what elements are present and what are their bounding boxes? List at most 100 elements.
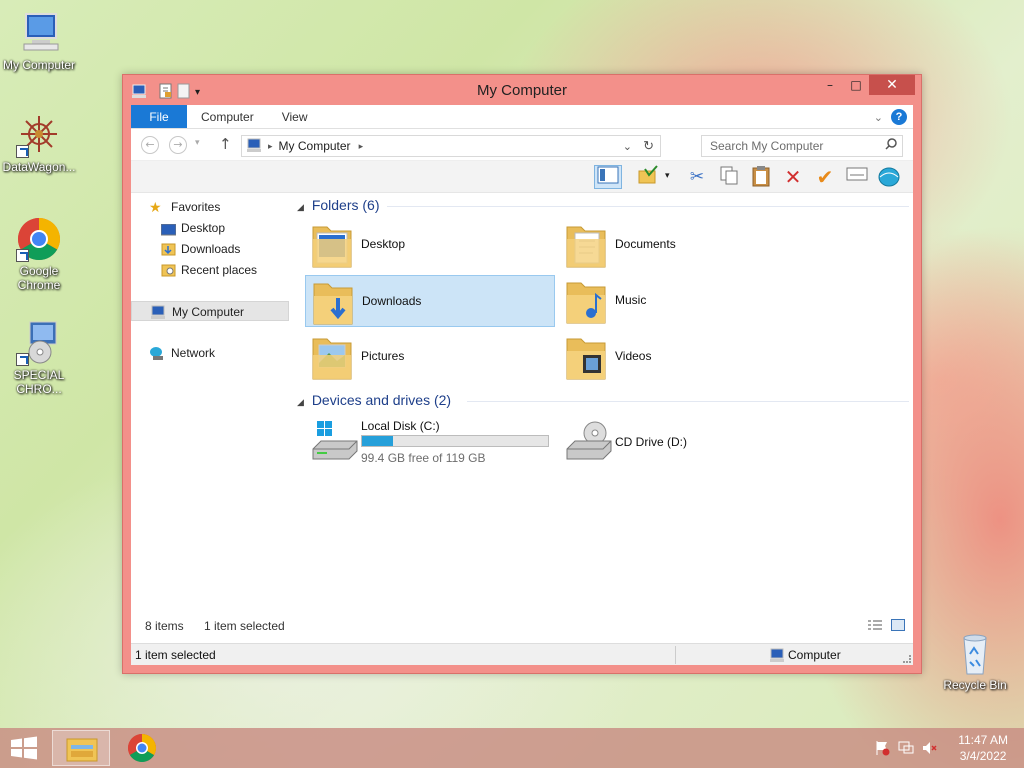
recycle-bin-icon (952, 630, 998, 676)
taskbar-chrome[interactable] (126, 732, 158, 767)
copy-icon (720, 166, 738, 185)
refresh-icon[interactable]: ↻ (643, 138, 654, 154)
tab-computer[interactable]: Computer (187, 105, 268, 128)
desktop-icon-special-chrome[interactable]: SPECIAL CHRO... (0, 320, 78, 396)
drive-local-disk-c[interactable]: Local Disk (C:) 99.4 GB free of 119 GB (305, 417, 555, 465)
tab-file[interactable]: File (131, 105, 187, 128)
expand-ribbon-icon[interactable]: ⌄ (874, 111, 883, 124)
desktop-icon-recycle-bin[interactable]: Recycle Bin (936, 630, 1014, 692)
folder-downloads[interactable]: Downloads (305, 275, 555, 327)
status-divider (675, 646, 676, 664)
preview-pane-button[interactable] (594, 165, 622, 189)
folder-options-button[interactable] (634, 165, 662, 189)
folder-desktop[interactable]: Desktop (305, 219, 555, 271)
address-dropdown-icon[interactable]: ⌄ (623, 140, 632, 153)
new-item-button[interactable] (843, 165, 871, 189)
group-folders-header[interactable]: ◢ Folders (6) (297, 197, 909, 213)
help-icon[interactable]: ? (891, 109, 907, 125)
address-bar-row: ← → ▾ ↑ ▸ My Computer ▸ ⌄ ↻ Search My Co… (131, 129, 913, 161)
desktop-icon-label-line2: CHRO... (16, 382, 62, 396)
minimize-button[interactable]: – (817, 75, 843, 95)
action-center-flag-icon[interactable] (874, 740, 890, 759)
folder-music[interactable]: Music (559, 275, 809, 327)
breadcrumb-arrow-icon[interactable]: ▸ (359, 141, 364, 152)
desktop-icon-my-computer[interactable]: My Computer (0, 10, 78, 72)
group-divider (387, 206, 909, 207)
network-status-icon[interactable] (898, 740, 914, 759)
nav-network[interactable]: Network (131, 343, 289, 363)
title-bar[interactable]: ▾ My Computer – □ ✕ (123, 75, 921, 105)
up-arrow-icon[interactable]: ↑ (219, 135, 232, 153)
nav-my-computer[interactable]: My Computer (131, 301, 289, 321)
copy-button[interactable] (715, 165, 743, 189)
back-button[interactable]: ← (141, 136, 159, 154)
installer-icon (16, 320, 62, 366)
folder-pictures[interactable]: Pictures (305, 331, 555, 383)
folder-videos[interactable]: Videos (559, 331, 809, 383)
network-icon (149, 346, 165, 366)
delete-button[interactable]: ✕ (779, 165, 807, 189)
item-count: 8 items (145, 619, 184, 633)
folder-documents[interactable]: Documents (559, 219, 809, 271)
status-computer-icon (769, 648, 785, 665)
maximize-button[interactable]: □ (843, 75, 869, 95)
shell-button[interactable] (875, 165, 903, 189)
content-pane: ◢ Folders (6) Desktop Documents Download… (297, 195, 913, 635)
breadcrumb-separator-icon[interactable]: ▸ (268, 141, 273, 152)
chrome-icon (128, 734, 156, 762)
forward-button[interactable]: → (169, 136, 187, 154)
preview-pane-icon (597, 166, 619, 184)
large-icons-view-icon[interactable] (891, 619, 905, 634)
clock[interactable]: 11:47 AM 3/4/2022 (958, 732, 1008, 764)
my-computer-nav-icon (150, 305, 166, 325)
breadcrumb-my-computer[interactable]: My Computer (279, 139, 351, 153)
explorer-window: ▾ My Computer – □ ✕ File Computer View ⌄… (122, 74, 922, 674)
paste-button[interactable] (747, 165, 775, 189)
new-item-icon (846, 167, 868, 181)
volume-muted-icon[interactable] (922, 740, 938, 759)
folder-label: Documents (615, 237, 676, 251)
cd-drive-icon (566, 421, 612, 460)
taskbar-file-explorer[interactable] (52, 730, 110, 766)
start-button[interactable] (10, 736, 38, 763)
computer-icon (16, 10, 62, 56)
selection-count: 1 item selected (204, 619, 285, 633)
tab-view[interactable]: View (268, 105, 322, 128)
address-computer-icon (246, 138, 262, 155)
desktop-icon-google-chrome[interactable]: Google Chrome (0, 216, 78, 292)
recent-locations-icon[interactable]: ▾ (195, 138, 200, 148)
resize-grip-icon[interactable] (903, 655, 911, 663)
details-view-icon[interactable] (867, 619, 883, 634)
clipboard-icon (752, 166, 770, 187)
videos-folder-icon (566, 338, 606, 380)
nav-favorites[interactable]: ★ Favorites (131, 197, 289, 217)
desktop-icon-datawagon[interactable]: DataWagon... (0, 112, 78, 174)
checkmark-icon: ✔ (816, 165, 834, 189)
nav-item-label: Desktop (181, 221, 226, 235)
ribbon-tabs: File Computer View ⌄ ? (131, 105, 913, 129)
group-divider (467, 401, 909, 402)
search-input[interactable]: Search My Computer (701, 135, 903, 157)
rename-button[interactable]: ✔ (811, 165, 839, 189)
desktop-icon-label: DataWagon... (2, 160, 76, 174)
nav-item-downloads[interactable]: Downloads (131, 239, 289, 259)
group-devices-header[interactable]: ◢ Devices and drives (2) (297, 392, 909, 408)
ribbon-right: ⌄ ? (874, 109, 907, 125)
clock-date: 3/4/2022 (959, 749, 1007, 763)
datawagon-logo-icon (16, 112, 62, 158)
close-button[interactable]: ✕ (869, 75, 915, 95)
disk-usage-bar (361, 435, 549, 447)
nav-network-label: Network (171, 346, 216, 360)
folder-options-dropdown-icon[interactable]: ▾ (665, 171, 670, 181)
group-devices-label: Devices and drives (2) (311, 392, 452, 408)
address-field[interactable]: ▸ My Computer ▸ ⌄ ↻ (241, 135, 661, 157)
desktop-icon-label: Recycle Bin (943, 678, 1007, 692)
nav-item-recent-places[interactable]: Recent places (131, 260, 289, 280)
folder-label: Downloads (362, 294, 422, 308)
nav-item-desktop[interactable]: Desktop (131, 218, 289, 238)
folder-label: Pictures (361, 349, 405, 363)
search-icon[interactable] (885, 138, 897, 153)
drive-cd-d[interactable]: CD Drive (D:) (559, 417, 809, 465)
cut-button[interactable]: ✂ (683, 165, 711, 189)
window-title: My Computer (476, 82, 568, 99)
